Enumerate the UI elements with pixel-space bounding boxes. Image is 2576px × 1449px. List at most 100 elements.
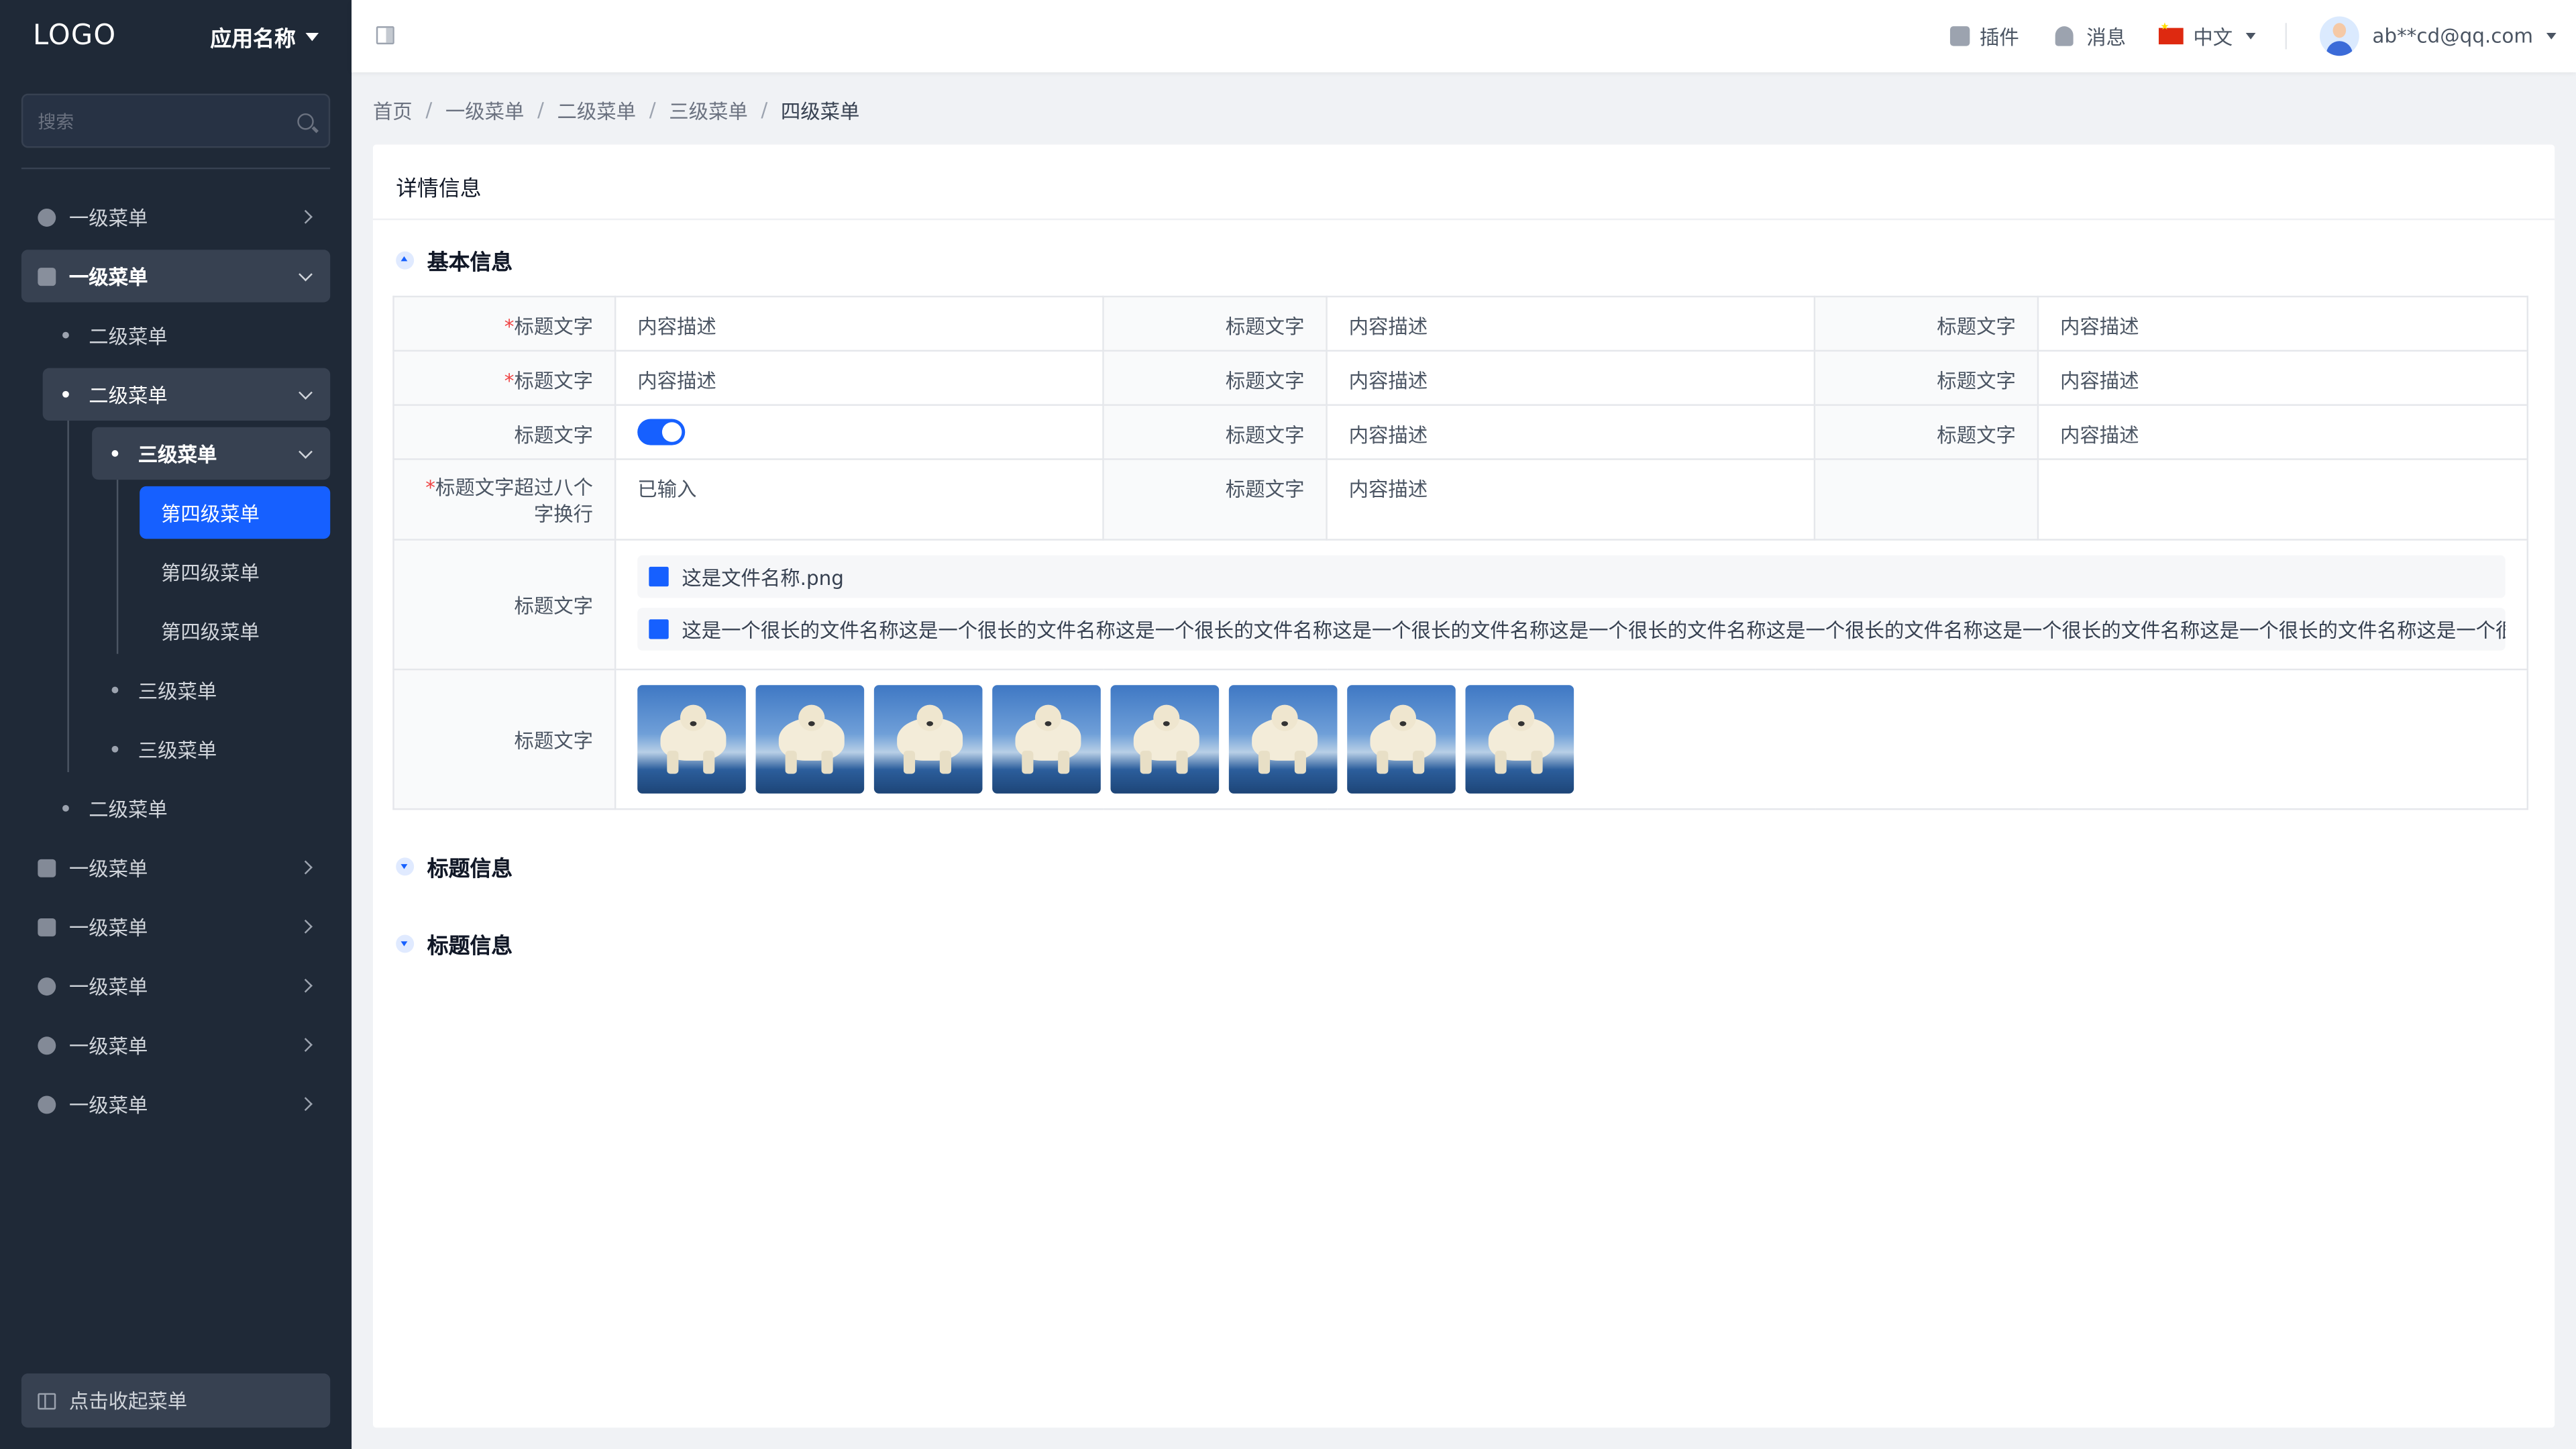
collapse-menu-button[interactable]: 点击收起菜单 — [21, 1373, 331, 1428]
section-2-header[interactable]: 标题信息 — [396, 853, 513, 881]
menu-label: 第四级菜单 — [161, 502, 260, 525]
breadcrumb-item[interactable]: 二级菜单 — [557, 96, 637, 124]
section-title: 标题信息 — [427, 857, 513, 881]
thumbnail-graphic — [1413, 751, 1425, 774]
label-text: 标题文字超过八个字换行 — [435, 476, 594, 526]
file-name: 这是文件名称.png — [682, 566, 844, 589]
menu-item-level4[interactable]: 第四级菜单 — [140, 545, 330, 598]
sidebar: LOGO 应用名称 搜索 一级菜单 一级菜单 二级菜单 二级菜单 三级菜单 第四… — [0, 0, 352, 1449]
sidebar-divider — [21, 167, 331, 170]
messages-button[interactable]: 消息 — [2055, 0, 2126, 72]
dot-icon — [62, 805, 69, 812]
required-mark: * — [504, 370, 515, 393]
thumbnail-graphic — [798, 704, 825, 731]
menu-label: 第四级菜单 — [161, 561, 260, 584]
messages-label: 消息 — [2086, 25, 2127, 49]
thumbnail-graphic — [1258, 751, 1271, 774]
polar-bear-image-thumbnail[interactable] — [1110, 685, 1220, 794]
menu-label: 三级菜单 — [138, 679, 217, 702]
menu-item-level2-expanded[interactable]: 二级菜单 — [42, 368, 331, 421]
app-name: 应用名称 — [210, 27, 296, 52]
field-value: 内容描述 — [1326, 404, 1816, 460]
polar-bear-image-thumbnail[interactable] — [637, 685, 746, 794]
file-item[interactable]: 这是文件名称.png — [637, 555, 2506, 598]
toggle-switch[interactable] — [637, 419, 686, 445]
avatar — [2319, 16, 2359, 56]
sidebar-search-input[interactable]: 搜索 — [21, 93, 331, 148]
thumbnail-graphic — [808, 721, 815, 727]
thumbnail-graphic — [1508, 704, 1535, 731]
menu-item-level3[interactable]: 三级菜单 — [92, 663, 330, 716]
check-circle-icon — [38, 976, 56, 995]
bell-icon — [2055, 26, 2074, 46]
menu-label: 一级菜单 — [68, 975, 148, 998]
dot-icon — [111, 686, 119, 694]
menu-label: 一级菜单 — [68, 265, 148, 288]
field-value: 内容描述 — [1326, 350, 1816, 406]
description-table: *标题文字 内容描述 标题文字 内容描述 标题文字 内容描述 *标题文字 内容描… — [392, 295, 2528, 810]
sidebar-toggle-icon[interactable] — [376, 26, 394, 45]
breadcrumb-item[interactable]: 一级菜单 — [445, 96, 525, 124]
chevron-right-icon — [299, 1038, 313, 1052]
menu-item-level3-expanded[interactable]: 三级菜单 — [92, 427, 331, 480]
menu-item-level1[interactable]: 一级菜单 — [21, 1018, 330, 1071]
menu-item-level1[interactable]: 一级菜单 — [21, 959, 330, 1012]
field-value — [2037, 458, 2528, 541]
polar-bear-image-thumbnail[interactable] — [873, 685, 983, 794]
table-row-images: 标题文字 — [392, 668, 2528, 810]
language-selector[interactable]: 中文 — [2158, 0, 2256, 72]
polar-bear-image-thumbnail[interactable] — [755, 685, 865, 794]
field-label: 标题文字 — [1813, 295, 2039, 352]
tree-line — [67, 420, 69, 773]
thumbnail-graphic — [1271, 704, 1298, 731]
thumbnail-graphic — [1377, 751, 1389, 774]
image-gallery — [614, 668, 2528, 810]
thumbnail-graphic — [1281, 721, 1289, 727]
chevron-down-icon — [299, 267, 313, 282]
menu-item-level2[interactable]: 二级菜单 — [43, 782, 331, 835]
thumbnail-graphic — [1044, 721, 1052, 727]
plugins-button[interactable]: 插件 — [1949, 0, 2019, 72]
polar-bear-image-thumbnail[interactable] — [1228, 685, 1338, 794]
menu-item-level1[interactable]: 一级菜单 — [21, 191, 330, 243]
sidebar-header: LOGO 应用名称 — [0, 0, 352, 72]
field-label: 标题文字 — [392, 668, 616, 810]
polar-bear-image-thumbnail[interactable] — [1347, 685, 1456, 794]
section-3-header[interactable]: 标题信息 — [396, 930, 513, 959]
breadcrumb-item[interactable]: 三级菜单 — [669, 96, 748, 124]
file-item[interactable]: 这是一个很长的文件名称这是一个很长的文件名称这是一个很长的文件名称这是一个很长的… — [637, 608, 2506, 651]
menu-item-level1[interactable]: 一级菜单 — [21, 1078, 330, 1130]
menu-item-level3[interactable]: 三级菜单 — [92, 723, 330, 775]
menu-item-level4-selected[interactable]: 第四级菜单 — [140, 486, 331, 539]
thumbnail-graphic — [1399, 721, 1407, 727]
thumbnail-graphic — [1163, 721, 1170, 727]
puzzle-icon — [1949, 26, 1970, 46]
expand-down-icon — [396, 934, 415, 953]
menu-item-level4[interactable]: 第四级菜单 — [140, 604, 330, 657]
polar-bear-image-thumbnail[interactable] — [992, 685, 1101, 794]
thumbnail-graphic — [1034, 704, 1062, 731]
field-value: 已输入 — [614, 458, 1104, 541]
file-list: 这是文件名称.png 这是一个很长的文件名称这是一个很长的文件名称这是一个很长的… — [614, 539, 2528, 671]
header-divider — [2285, 23, 2287, 50]
menu-item-level1[interactable]: 一级菜单 — [21, 841, 330, 894]
polar-bear-image-thumbnail[interactable] — [1465, 685, 1574, 794]
thumbnail-list — [637, 685, 2505, 794]
field-label: 标题文字 — [1102, 350, 1328, 406]
menu-item-level2[interactable]: 二级菜单 — [43, 309, 331, 361]
section-basic-header[interactable]: 基本信息 — [396, 246, 513, 275]
thumbnail-graphic — [1140, 751, 1152, 774]
menu-item-level1-expanded[interactable]: 一级菜单 — [21, 250, 331, 303]
menu-label: 二级菜单 — [89, 797, 168, 821]
section-title: 基本信息 — [427, 250, 513, 276]
chevron-right-icon — [299, 978, 313, 993]
user-menu[interactable]: ab**cd@qq.com — [2319, 0, 2557, 72]
menu-label: 二级菜单 — [89, 383, 168, 407]
caret-down-icon — [2245, 32, 2256, 40]
user-circle-icon — [38, 1095, 56, 1114]
field-label: 标题文字 — [392, 539, 616, 671]
menu-item-level1[interactable]: 一级菜单 — [21, 900, 330, 953]
breadcrumb-item[interactable]: 首页 — [373, 96, 413, 124]
app-switcher[interactable]: 应用名称 — [210, 21, 319, 52]
document-icon — [38, 266, 56, 285]
